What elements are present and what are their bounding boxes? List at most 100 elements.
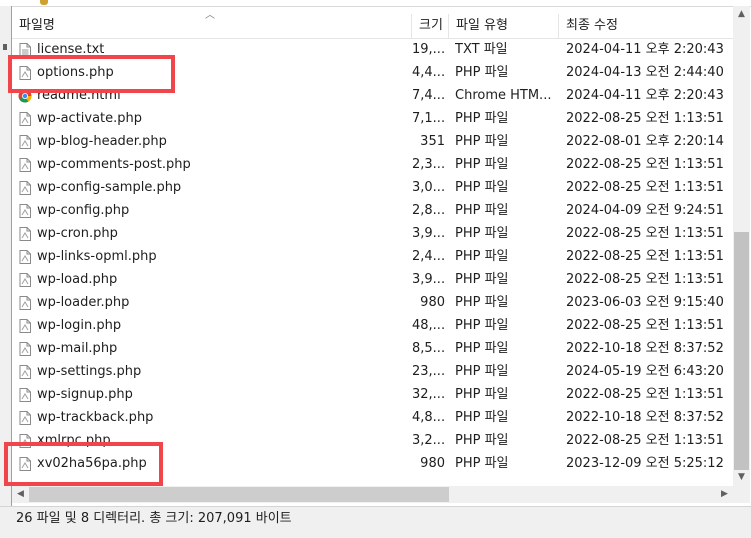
file-modified: 2024-05-19 오전 6:43:20: [566, 364, 724, 379]
scroll-up-icon[interactable]: ▲: [733, 6, 750, 23]
file-name: wp-links-opml.php: [37, 249, 157, 264]
file-type: PHP 파일: [455, 226, 509, 241]
column-header-modified-label: 최종 수정: [566, 18, 618, 33]
file-name: wp-mail.php: [37, 341, 118, 356]
file-row[interactable]: wp-config-sample.php 3,0... PHP 파일 2022-08-…: [12, 176, 733, 199]
column-header-name[interactable]: 파일명 ︿: [12, 10, 412, 38]
file-type: PHP 파일: [455, 249, 509, 264]
file-row[interactable]: wp-cron.php 3,9... PHP 파일 2022-08-25 오전 1:1…: [12, 222, 733, 245]
file-type: PHP 파일: [455, 318, 509, 333]
file-row[interactable]: wp-links-opml.php 2,4... PHP 파일 2022-08-25 …: [12, 245, 733, 268]
file-row[interactable]: wp-activate.php 7,1... PHP 파일 2022-08-25 오전…: [12, 107, 733, 130]
file-name: wp-config.php: [37, 203, 130, 218]
file-row[interactable]: readme.html 7,4... Chrome HTM... 2024-04-11…: [12, 84, 733, 107]
file-size: 4,4...: [412, 65, 445, 80]
file-type: PHP 파일: [455, 456, 509, 471]
file-size: 2,4...: [412, 249, 445, 264]
file-size: 3,2...: [412, 433, 445, 448]
file-name: readme.html: [37, 88, 121, 103]
file-type: PHP 파일: [455, 387, 509, 402]
column-header-type[interactable]: 파일 유형: [449, 14, 559, 38]
status-summary: 26 파일 및 8 디렉터리. 총 크기: 207,091 바이트: [16, 511, 292, 526]
file-size: 2,3...: [412, 157, 445, 172]
file-name: options.php: [37, 65, 114, 80]
file-row[interactable]: xv02ha56pa.php 980 PHP 파일 2023-12-09 오전 5:2…: [12, 452, 733, 475]
file-name: wp-blog-header.php: [37, 134, 167, 149]
file-modified: 2024-04-11 오후 2:20:43: [566, 42, 724, 57]
file-modified: 2022-08-25 오전 1:13:51: [566, 433, 724, 448]
php-file-icon: [19, 410, 31, 425]
file-type: PHP 파일: [455, 134, 509, 149]
scroll-left-icon[interactable]: ◀: [12, 486, 29, 503]
column-header-size[interactable]: 크기: [412, 14, 449, 38]
php-file-icon: [19, 226, 31, 241]
column-header-type-label: 파일 유형: [456, 18, 508, 33]
file-row[interactable]: wp-loader.php 980 PHP 파일 2023-06-03 오전 9:15…: [12, 291, 733, 314]
file-row[interactable]: xmlrpc.php 3,2... PHP 파일 2022-08-25 오전 1:13…: [12, 429, 733, 452]
file-size: 19,...: [412, 42, 445, 57]
php-file-icon: [19, 387, 31, 402]
horizontal-scrollbar[interactable]: ◀ ▶: [12, 486, 733, 503]
file-size: 3,9...: [412, 226, 445, 241]
file-modified: 2022-08-25 오전 1:13:51: [566, 249, 724, 264]
chrome-icon: [18, 88, 32, 103]
file-row[interactable]: wp-mail.php 8,5... PHP 파일 2022-10-18 오전 8:3…: [12, 337, 733, 360]
file-name: xmlrpc.php: [37, 433, 111, 448]
file-row[interactable]: wp-signup.php 32,... PHP 파일 2022-08-25 오전 1…: [12, 383, 733, 406]
left-pane-edge: [0, 6, 12, 508]
file-name: wp-signup.php: [37, 387, 133, 402]
file-type: PHP 파일: [455, 203, 509, 218]
php-file-icon: [19, 341, 31, 356]
php-file-icon: [19, 203, 31, 218]
file-size: 980: [420, 295, 445, 310]
file-type: PHP 파일: [455, 180, 509, 195]
php-file-icon: [19, 157, 31, 172]
file-row[interactable]: wp-blog-header.php 351 PHP 파일 2022-08-01 오후…: [12, 130, 733, 153]
file-row[interactable]: wp-login.php 48,... PHP 파일 2022-08-25 오전 1:…: [12, 314, 733, 337]
horizontal-scroll-thumb[interactable]: [29, 487, 449, 502]
column-header-modified[interactable]: 최종 수정: [559, 14, 733, 38]
file-modified: 2022-10-18 오전 8:37:52: [566, 341, 724, 356]
file-type: PHP 파일: [455, 272, 509, 287]
file-size: 351: [420, 134, 445, 149]
file-row[interactable]: wp-trackback.php 4,8... PHP 파일 2022-10-18 오…: [12, 406, 733, 429]
file-row[interactable]: wp-load.php 3,9... PHP 파일 2022-08-25 오전 1:1…: [12, 268, 733, 291]
vertical-scroll-thumb[interactable]: [734, 232, 749, 470]
file-modified: 2022-10-18 오전 8:37:52: [566, 410, 724, 425]
file-size: 23,...: [412, 364, 445, 379]
file-name: wp-config-sample.php: [37, 180, 182, 195]
file-size: 2,8...: [412, 203, 445, 218]
file-type: PHP 파일: [455, 157, 509, 172]
status-bar: 26 파일 및 8 디렉터리. 총 크기: 207,091 바이트: [0, 506, 751, 538]
file-size: 48,...: [412, 318, 445, 333]
file-name: wp-cron.php: [37, 226, 118, 241]
file-modified: 2023-12-09 오전 5:25:12: [566, 456, 724, 471]
splitter-mark: [3, 44, 7, 50]
php-file-icon: [19, 134, 31, 149]
scroll-right-icon[interactable]: ▶: [716, 486, 733, 503]
file-modified: 2022-08-01 오후 2:20:14: [566, 134, 724, 149]
file-row[interactable]: options.php 4,4... PHP 파일 2024-04-13 오전 2:4…: [12, 61, 733, 84]
file-name: wp-login.php: [37, 318, 122, 333]
file-name: xv02ha56pa.php: [37, 456, 147, 471]
file-type: PHP 파일: [455, 295, 509, 310]
vertical-scrollbar[interactable]: ▲ ▼: [733, 6, 750, 486]
php-file-icon: [19, 249, 31, 264]
file-name: wp-activate.php: [37, 111, 143, 126]
file-name: wp-trackback.php: [37, 410, 154, 425]
file-row[interactable]: wp-settings.php 23,... PHP 파일 2024-05-19 오전…: [12, 360, 733, 383]
file-modified: 2022-08-25 오전 1:13:51: [566, 180, 724, 195]
file-row[interactable]: wp-config.php 2,8... PHP 파일 2024-04-09 오전 9…: [12, 199, 733, 222]
file-row[interactable]: license.txt 19,... TXT 파일 2024-04-11 오후 2:2…: [12, 38, 733, 61]
file-modified: 2022-08-25 오전 1:13:51: [566, 226, 724, 241]
scroll-down-icon[interactable]: ▼: [733, 469, 750, 486]
file-name: wp-comments-post.php: [37, 157, 191, 172]
file-size: 7,1...: [412, 111, 445, 126]
file-type: PHP 파일: [455, 410, 509, 425]
file-type: PHP 파일: [455, 433, 509, 448]
file-type: PHP 파일: [455, 65, 509, 80]
file-row[interactable]: wp-comments-post.php 2,3... PHP 파일 2022-08-…: [12, 153, 733, 176]
php-file-icon: [19, 295, 31, 310]
folder-icon: [40, 0, 48, 5]
file-size: 4,8...: [412, 410, 445, 425]
